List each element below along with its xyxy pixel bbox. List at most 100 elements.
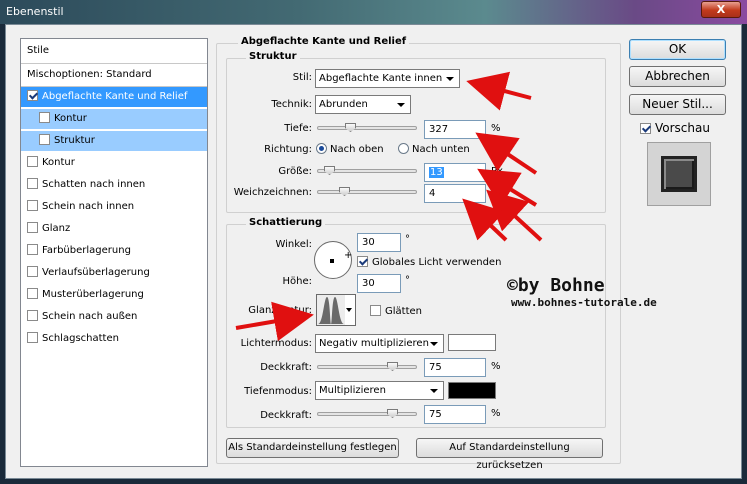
direction-up-label: Nach oben <box>330 144 384 155</box>
drop-shadow-checkbox[interactable] <box>27 332 38 343</box>
antialias-label: Glätten <box>385 306 422 317</box>
make-default-button[interactable]: Als Standardeinstellung festlegen <box>226 438 399 458</box>
style-item-label: Struktur <box>54 135 95 146</box>
watermark-url: www.bohnes-tutorale.de <box>511 296 657 309</box>
style-item-contour-sub[interactable]: Kontur <box>21 109 207 129</box>
reset-default-button[interactable]: Auf Standardeinstellung zurücksetzen <box>416 438 603 471</box>
structure-title: Struktur <box>246 51 300 62</box>
style-dropdown[interactable]: Abgeflachte Kante innen <box>315 69 460 88</box>
stroke-checkbox[interactable] <box>27 156 38 167</box>
style-value: Abgeflachte Kante innen <box>319 73 443 84</box>
shadow-opacity-slider[interactable] <box>317 412 417 416</box>
style-item-label: Schatten nach innen <box>42 179 146 190</box>
shadow-opacity-input[interactable]: 75 <box>424 405 486 424</box>
new-style-button[interactable]: Neuer Stil... <box>629 94 726 115</box>
preview-checkbox[interactable]: Vorschau <box>640 121 710 135</box>
ok-button[interactable]: OK <box>629 39 726 60</box>
color-overlay-checkbox[interactable] <box>27 244 38 255</box>
chevron-down-icon <box>397 103 405 107</box>
style-list: Stile Mischoptionen: Standard Abgeflacht… <box>20 38 208 467</box>
satin-checkbox[interactable] <box>27 222 38 233</box>
title-bar: Ebenenstil X <box>0 0 747 24</box>
global-light-checkbox[interactable]: Globales Licht verwenden <box>357 256 501 268</box>
direction-up-radio[interactable]: Nach oben <box>316 143 384 155</box>
divider <box>21 63 207 64</box>
style-item-outer-glow[interactable]: Schein nach außen <box>21 307 207 327</box>
style-item-label: Schlagschatten <box>42 333 119 344</box>
style-item-drop-shadow[interactable]: Schlagschatten <box>21 329 207 349</box>
pattern-overlay-checkbox[interactable] <box>27 288 38 299</box>
angle-label: Winkel: <box>275 239 312 250</box>
technique-dropdown[interactable]: Abrunden <box>315 95 411 114</box>
size-input[interactable]: 13 <box>424 163 486 182</box>
gloss-contour-picker[interactable] <box>316 294 356 326</box>
style-item-satin[interactable]: Glanz <box>21 219 207 239</box>
depth-label: Tiefe: <box>284 123 312 134</box>
angle-unit: ° <box>405 234 410 245</box>
highlight-opacity-slider[interactable] <box>317 365 417 369</box>
altitude-label: Höhe: <box>282 276 313 287</box>
inner-glow-checkbox[interactable] <box>27 200 38 211</box>
technique-value: Abrunden <box>319 99 368 110</box>
style-item-label: Farbüberlagerung <box>42 245 131 256</box>
shadow-color-swatch[interactable] <box>448 382 496 399</box>
outer-glow-checkbox[interactable] <box>27 310 38 321</box>
chevron-down-icon <box>430 342 438 346</box>
style-item-texture-sub[interactable]: Struktur <box>21 131 207 151</box>
soften-unit: Px <box>491 187 503 198</box>
soften-slider[interactable] <box>317 190 417 194</box>
dialog-client: Stile Mischoptionen: Standard Abgeflacht… <box>5 24 742 479</box>
contour-sub-checkbox[interactable] <box>39 112 50 123</box>
style-item-inner-glow[interactable]: Schein nach innen <box>21 197 207 217</box>
crosshair-icon: + <box>344 250 353 261</box>
style-item-bevel[interactable]: Abgeflachte Kante und Relief <box>21 87 207 107</box>
texture-sub-checkbox[interactable] <box>39 134 50 145</box>
altitude-input[interactable]: 30 <box>357 274 401 293</box>
altitude-unit: ° <box>405 275 410 286</box>
style-item-pattern-overlay[interactable]: Musterüberlagerung <box>21 285 207 305</box>
shading-title: Schattierung <box>246 217 326 228</box>
depth-unit: % <box>491 123 501 134</box>
direction-down-radio[interactable]: Nach unten <box>398 143 470 155</box>
contour-preview-icon <box>317 295 345 325</box>
shadow-opacity-label: Deckkraft: <box>260 410 312 421</box>
highlight-color-swatch[interactable] <box>448 334 496 351</box>
style-list-header[interactable]: Stile <box>21 41 207 61</box>
style-item-label: Verlaufsüberlagerung <box>42 267 150 278</box>
angle-center-dot <box>330 259 334 263</box>
watermark-title: ©by Bohne <box>507 275 605 296</box>
antialias-checkbox[interactable]: Glätten <box>370 305 422 317</box>
preview-label: Vorschau <box>655 121 710 135</box>
depth-slider[interactable] <box>317 126 417 130</box>
highlight-mode-label: Lichtermodus: <box>240 338 312 349</box>
chevron-down-icon <box>346 308 352 312</box>
highlight-mode-dropdown[interactable]: Negativ multiplizieren <box>315 334 444 353</box>
shadow-opacity-unit: % <box>491 408 501 419</box>
size-value: 13 <box>429 167 444 178</box>
highlight-opacity-input[interactable]: 75 <box>424 358 486 377</box>
global-light-label: Globales Licht verwenden <box>372 257 502 268</box>
style-item-color-overlay[interactable]: Farbüberlagerung <box>21 241 207 261</box>
preview-box <box>647 142 711 206</box>
angle-wheel[interactable]: + <box>314 241 352 279</box>
highlight-opacity-unit: % <box>491 361 501 372</box>
inner-shadow-checkbox[interactable] <box>27 178 38 189</box>
angle-input[interactable]: 30 <box>357 233 401 252</box>
style-item-gradient-overlay[interactable]: Verlaufsüberlagerung <box>21 263 207 283</box>
depth-input[interactable]: 327 <box>424 120 486 139</box>
style-item-inner-shadow[interactable]: Schatten nach innen <box>21 175 207 195</box>
soften-input[interactable]: 4 <box>424 184 486 203</box>
gradient-overlay-checkbox[interactable] <box>27 266 38 277</box>
highlight-mode-value: Negativ multiplizieren <box>319 338 429 349</box>
shadow-mode-value: Multiplizieren <box>319 385 386 396</box>
radio-icon <box>316 143 327 154</box>
style-item-stroke[interactable]: Kontur <box>21 153 207 173</box>
shadow-mode-dropdown[interactable]: Multiplizieren <box>315 381 444 400</box>
style-item-label: Kontur <box>42 157 75 168</box>
cancel-button[interactable]: Abbrechen <box>629 66 726 87</box>
checkbox-icon <box>357 256 368 267</box>
close-button[interactable]: X <box>701 1 741 18</box>
blend-options-item[interactable]: Mischoptionen: Standard <box>21 65 207 85</box>
bevel-checkbox[interactable] <box>27 90 38 101</box>
style-item-label: Schein nach außen <box>42 311 138 322</box>
